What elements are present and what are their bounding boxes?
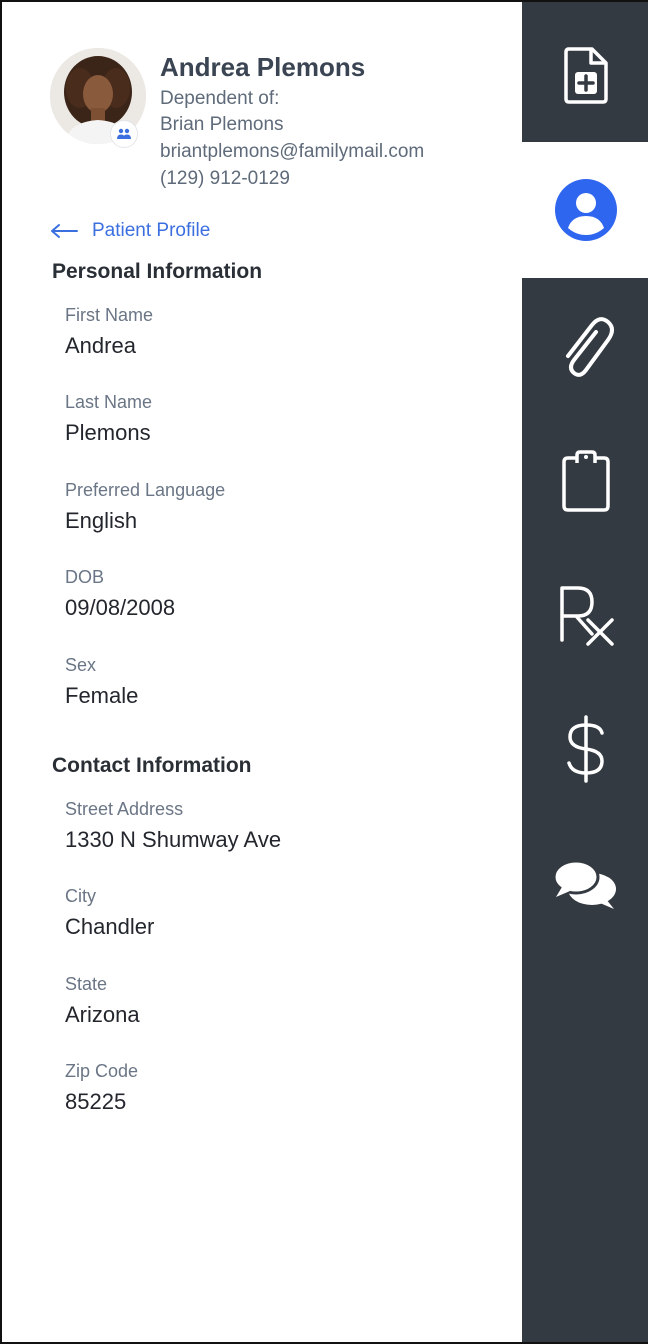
field-value: Chandler	[65, 914, 155, 939]
paperclip-icon	[566, 317, 614, 377]
field-value: Plemons	[65, 420, 151, 445]
patient-profile-panel: Andrea Plemons Dependent of: Brian Plemo…	[2, 2, 522, 1342]
dollar-billing-icon	[567, 715, 604, 783]
field-label: Zip Code	[65, 1061, 139, 1081]
dob-field: DOB 09/08/2008	[65, 566, 485, 622]
guardian-name: Brian Plemons	[160, 114, 284, 135]
preferred-language-field: Preferred Language English	[65, 479, 485, 535]
field-value: Andrea	[65, 333, 136, 358]
zip-code-field: Zip Code 85225	[65, 1060, 485, 1116]
state-field: State Arizona	[65, 973, 485, 1029]
field-label: Sex	[65, 655, 97, 675]
field-value: 09/08/2008	[65, 595, 176, 620]
back-link-label: Patient Profile	[92, 220, 211, 241]
field-value: 85225	[65, 1089, 127, 1114]
patient-name: Andrea Plemons	[160, 52, 366, 82]
field-label: First Name	[65, 305, 154, 325]
personal-information-heading: Personal Information	[52, 260, 263, 283]
right-sidebar-nav	[522, 2, 648, 1342]
back-to-patient-profile-link[interactable]: Patient Profile	[50, 218, 210, 244]
sidebar-item-profile[interactable]	[522, 142, 648, 278]
sidebar-item-messages[interactable]	[522, 816, 648, 950]
sidebar-item-prescriptions[interactable]	[522, 548, 648, 682]
clipboard-icon	[562, 450, 610, 512]
sidebar-item-billing[interactable]	[522, 682, 648, 816]
sex-field: Sex Female	[65, 654, 485, 710]
patient-header: Andrea Plemons Dependent of: Brian Plemo…	[50, 48, 510, 198]
sidebar-item-clipboard[interactable]	[522, 414, 648, 548]
field-value: Female	[65, 683, 139, 708]
contact-information-heading: Contact Information	[52, 754, 252, 777]
sidebar-item-new-record[interactable]	[522, 8, 648, 142]
field-label: Last Name	[65, 392, 153, 412]
user-profile-icon	[555, 179, 617, 241]
field-label: State	[65, 974, 108, 994]
dependent-badge-icon	[110, 120, 138, 148]
field-value: 1330 N Shumway Ave	[65, 827, 282, 852]
first-name-field: First Name Andrea	[65, 304, 485, 360]
guardian-email: briantplemons@familymail.com	[160, 141, 425, 162]
street-address-field: Street Address 1330 N Shumway Ave	[65, 798, 485, 854]
guardian-phone: (129) 912-0129	[160, 168, 290, 189]
field-value: Arizona	[65, 1002, 140, 1027]
chat-bubbles-icon	[552, 859, 616, 909]
medical-file-add-icon	[564, 47, 608, 104]
prescription-rx-icon	[560, 586, 614, 646]
field-label: DOB	[65, 567, 105, 587]
dependent-label: Dependent of:	[160, 88, 280, 109]
city-field: City Chandler	[65, 885, 485, 941]
app-frame: Andrea Plemons Dependent of: Brian Plemo…	[0, 0, 648, 1344]
field-label: Preferred Language	[65, 480, 226, 500]
field-label: City	[65, 886, 96, 906]
sidebar-item-attachments[interactable]	[522, 278, 648, 412]
field-value: English	[65, 508, 138, 533]
field-label: Street Address	[65, 799, 184, 819]
arrow-left-icon	[51, 224, 78, 238]
last-name-field: Last Name Plemons	[65, 391, 485, 447]
